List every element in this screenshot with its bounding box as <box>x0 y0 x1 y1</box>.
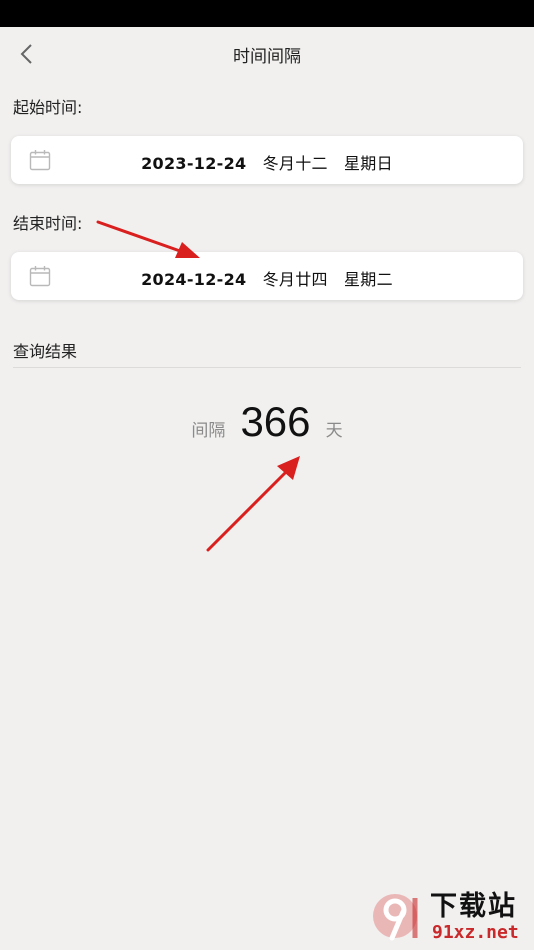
end-time-label: 结束时间: <box>13 214 83 233</box>
start-lunar-date: 冬月十二 <box>262 154 328 173</box>
interval-result: 间隔 366 天 <box>0 398 534 446</box>
status-bar <box>0 0 534 27</box>
watermark-url: 91xz.net <box>432 922 519 943</box>
site-watermark: 下载站 91xz.net <box>368 882 534 950</box>
start-date-value: 2023-12-24 <box>141 154 247 173</box>
end-date-value: 2024-12-24 <box>141 270 247 289</box>
result-divider <box>13 367 521 368</box>
page-title: 时间间隔 <box>233 47 301 67</box>
end-date-picker[interactable]: 2024-12-24 冬月廿四 星期二 <box>11 252 523 300</box>
start-weekday: 星期日 <box>343 154 393 173</box>
start-time-label: 起始时间: <box>13 98 83 117</box>
watermark-title: 下载站 <box>430 891 517 922</box>
interval-prefix: 间隔 <box>191 421 226 441</box>
start-date-picker[interactable]: 2023-12-24 冬月十二 星期日 <box>11 136 523 184</box>
end-weekday: 星期二 <box>343 270 393 289</box>
end-date-text: 2024-12-24 冬月廿四 星期二 <box>11 266 523 290</box>
annotation-arrow-to-result <box>206 456 300 552</box>
end-lunar-date: 冬月廿四 <box>262 270 328 289</box>
start-date-text: 2023-12-24 冬月十二 星期日 <box>11 150 523 174</box>
site-logo-icon <box>373 894 418 941</box>
interval-days-value: 366 <box>240 398 311 445</box>
top-bar: 时间间隔 <box>0 27 534 83</box>
interval-unit: 天 <box>325 421 343 441</box>
result-section-title: 查询结果 <box>13 342 78 361</box>
